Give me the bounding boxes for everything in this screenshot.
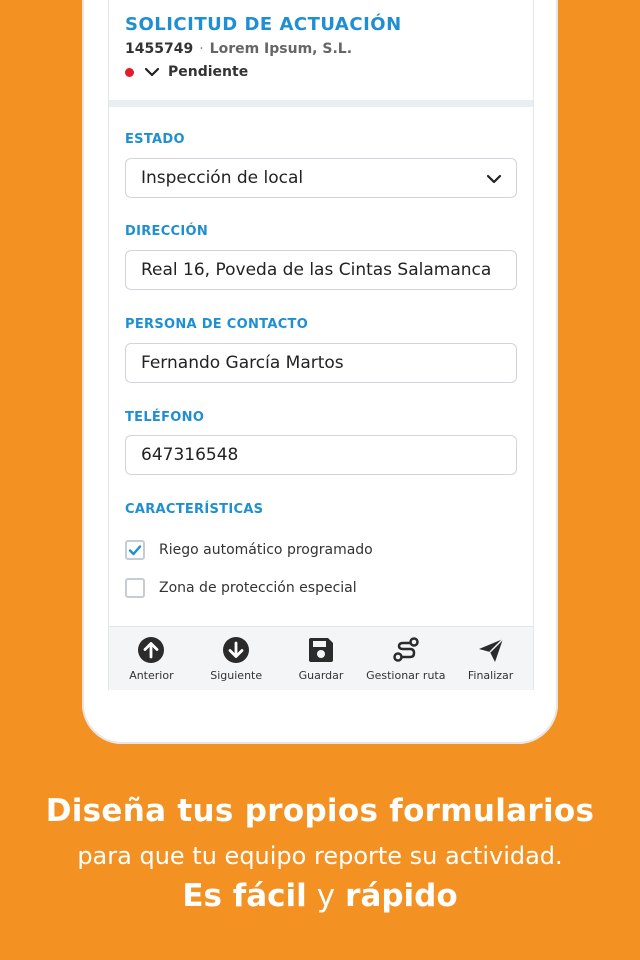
contacto-field[interactable]: Fernando García Martos [125,343,517,383]
tagline-part-1: Es fácil [182,878,307,914]
contacto-value: Fernando García Martos [141,353,344,373]
arrow-up-circle-icon [138,637,165,663]
checkbox-zona[interactable]: Zona de protección especial [125,578,357,598]
request-header: SOLICITUD DE ACTUACIÓN 1455749 · Lorem Ips… [109,0,533,100]
direccion-value: Real 16, Poveda de las Cintas Salamanca [141,260,492,280]
tagline-part-2: y [316,878,336,914]
chevron-down-icon [144,64,160,80]
estado-value: Inspección de local [141,168,304,188]
bottom-toolbar: Anterior Siguiente Guardar Gestionar rut… [109,626,533,690]
company-name: Lorem Ipsum, S.L. [209,41,353,57]
guardar-button[interactable]: Guardar [279,627,364,690]
tagline-part-3: rápido [345,878,458,914]
request-subtitle: 1455749 · Lorem Ipsum, S.L. [125,41,352,57]
caption-tagline: Es fácil y rápido [0,878,640,914]
gestionar-ruta-button[interactable]: Gestionar ruta [363,627,448,690]
telefono-value: 647316548 [141,445,239,465]
toolbar-label: Gestionar ruta [366,669,446,682]
caption-headline: Diseña tus propios formularios [45,793,595,829]
app-screen: SOLICITUD DE ACTUACIÓN 1455749 · Lorem Ips… [108,0,534,690]
chevron-down-icon [486,171,502,187]
route-icon [393,637,419,662]
status-dot-icon [125,67,134,77]
anterior-button[interactable]: Anterior [109,627,194,690]
toolbar-label: Anterior [129,669,174,682]
contacto-label: PERSONA DE CONTACTO [125,317,309,332]
estado-label: ESTADO [125,132,185,147]
toolbar-label: Siguiente [210,669,263,682]
request-number: 1455749 [125,41,194,57]
arrow-down-circle-icon [223,637,250,663]
send-icon [478,638,504,662]
siguiente-button[interactable]: Siguiente [194,627,279,690]
save-icon [308,638,333,662]
checkbox-riego[interactable]: Riego automático programado [125,540,373,560]
estado-select[interactable]: Inspección de local [125,158,517,198]
checkbox-label: Riego automático programado [159,542,373,558]
finalizar-button[interactable]: Finalizar [448,627,533,690]
telefono-field[interactable]: 647316548 [125,435,517,475]
status-dropdown[interactable]: Pendiente [125,64,248,80]
status-label: Pendiente [168,64,249,80]
toolbar-label: Finalizar [467,669,514,682]
check-icon [128,545,142,556]
checkbox-checked[interactable] [125,540,145,560]
toolbar-label: Guardar [298,669,344,682]
header-divider [109,100,533,107]
direccion-field[interactable]: Real 16, Poveda de las Cintas Salamanca [125,250,517,290]
page-title: SOLICITUD DE ACTUACIÓN [125,14,402,35]
caracteristicas-label: CARACTERÍSTICAS [125,502,264,517]
telefono-label: TELÉFONO [125,410,205,425]
direccion-label: DIRECCIÓN [125,224,209,239]
checkbox-label: Zona de protección especial [159,580,357,596]
separator: · [199,41,204,57]
checkbox-unchecked[interactable] [125,578,145,598]
caption-subline: para que tu equipo reporte su actividad. [77,842,563,870]
